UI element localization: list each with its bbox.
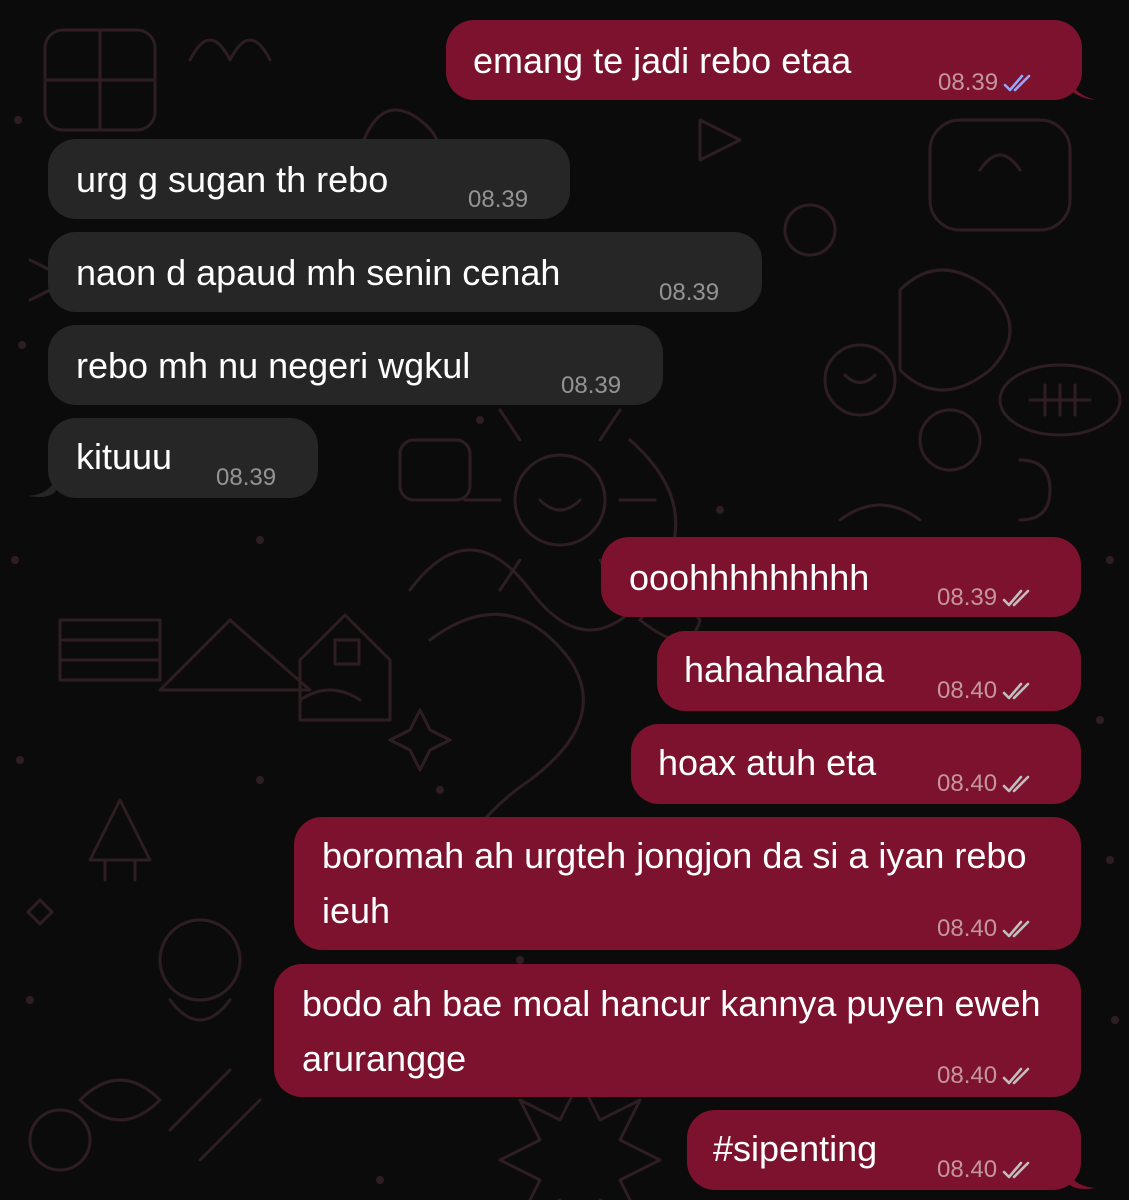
delivered-double-tick-icon <box>1002 1066 1036 1086</box>
read-double-tick-icon <box>1003 73 1037 93</box>
message-meta: 08.39 <box>937 578 1036 618</box>
message-meta: 08.40 <box>937 671 1036 711</box>
message-time: 08.39 <box>216 464 277 491</box>
message-bubble-outgoing[interactable]: hoax atuh eta 08.40 <box>631 724 1081 804</box>
message-bubble-outgoing[interactable]: hahahahaha 08.40 <box>657 631 1081 711</box>
bubble-tail <box>1066 70 1096 100</box>
delivered-double-tick-icon <box>1002 681 1036 701</box>
delivered-double-tick-icon <box>1002 588 1036 608</box>
delivered-double-tick-icon <box>1002 919 1036 939</box>
delivered-double-tick-icon <box>1002 1160 1036 1180</box>
message-time: 08.40 <box>937 1062 998 1089</box>
message-meta: 08.40 <box>937 764 1036 804</box>
bubble-tail <box>28 470 58 497</box>
delivered-double-tick-icon <box>1002 774 1036 794</box>
message-meta: 08.40 <box>937 1056 1036 1096</box>
message-time: 08.40 <box>937 770 998 797</box>
message-meta: 08.39 <box>561 366 621 406</box>
message-text: urg g sugan th rebo <box>76 159 389 200</box>
message-bubble-outgoing[interactable]: boromah ah urgteh jongjon da si a iyan r… <box>294 817 1081 950</box>
message-bubble-outgoing[interactable]: ooohhhhhhhhh 08.39 <box>601 537 1081 617</box>
message-bubble-incoming[interactable]: naon d apaud mh senin cenah 08.39 <box>48 232 762 312</box>
message-time: 08.40 <box>937 677 998 704</box>
message-bubble-incoming[interactable]: urg g sugan th rebo 08.39 <box>48 139 570 219</box>
message-text: ooohhhhhhhhh <box>629 557 870 598</box>
bubble-tail <box>1065 1162 1095 1189</box>
message-time: 08.40 <box>937 915 998 942</box>
message-time: 08.39 <box>659 279 720 306</box>
message-text: naon d apaud mh senin cenah <box>76 252 561 293</box>
message-list[interactable]: emang te jadi rebo etaa 08.39 urg g suga… <box>0 0 1129 1200</box>
message-text: hoax atuh eta <box>658 742 877 783</box>
message-meta: 08.39 <box>659 273 719 313</box>
message-meta: 08.39 <box>938 63 1037 103</box>
message-text: #sipenting <box>713 1128 878 1169</box>
message-bubble-incoming[interactable]: kituuu 08.39 <box>28 418 318 498</box>
message-meta: 08.40 <box>937 909 1036 949</box>
message-meta: 08.39 <box>216 458 276 498</box>
message-time: 08.39 <box>561 372 622 399</box>
message-time: 08.39 <box>938 69 999 96</box>
message-bubble-outgoing[interactable]: bodo ah bae moal hancur kannya puyen ewe… <box>274 964 1081 1097</box>
message-meta: 08.40 <box>937 1150 1036 1190</box>
message-text: hahahahaha <box>684 649 885 690</box>
message-bubble-outgoing[interactable]: #sipenting 08.40 <box>687 1110 1095 1190</box>
message-time: 08.39 <box>937 584 998 611</box>
message-text: kituuu <box>76 436 173 477</box>
message-meta: 08.39 <box>468 180 528 220</box>
message-bubble-outgoing[interactable]: emang te jadi rebo etaa 08.39 <box>446 20 1096 103</box>
message-time: 08.40 <box>937 1156 998 1183</box>
message-time: 08.39 <box>468 186 529 213</box>
message-bubble-incoming[interactable]: rebo mh nu negeri wgkul 08.39 <box>48 325 663 405</box>
message-text: rebo mh nu negeri wgkul <box>76 345 471 386</box>
message-text: emang te jadi rebo etaa <box>473 40 852 81</box>
